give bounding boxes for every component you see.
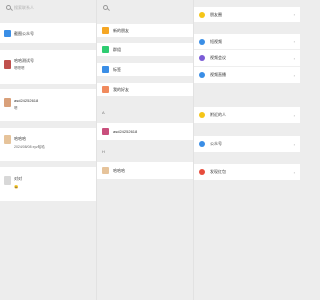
tags-icon (102, 66, 109, 73)
chat-preview: 嗯嗯嗯 (14, 66, 25, 70)
official-accounts-label: 公众号 (210, 141, 222, 146)
chevron-right-icon: › (293, 169, 295, 175)
group-header-h: H (102, 149, 105, 154)
tags-item[interactable]: 标签 (97, 63, 193, 76)
new-friends-item[interactable]: 新的朋友 (97, 24, 193, 37)
red-packet-label: 发现红包 (210, 169, 226, 174)
moments-item[interactable]: 朋友圈 › (194, 7, 300, 22)
short-video-label: 短视频 (210, 38, 222, 44)
official-accounts-icon (199, 141, 205, 147)
avatar (102, 128, 109, 135)
red-packet-icon (199, 169, 205, 175)
video-meeting-item[interactable]: 视频会议 › (194, 50, 300, 66)
tags-label: 标签 (113, 66, 121, 72)
chevron-right-icon: › (293, 55, 295, 61)
new-friends-icon (102, 27, 109, 34)
chevron-right-icon: › (293, 72, 295, 78)
my-friends-icon (102, 86, 109, 93)
nearby-icon (199, 112, 205, 118)
avatar (4, 60, 11, 69)
chat-title: 哈哈测试号 (14, 58, 34, 63)
live-stream-icon (199, 72, 205, 78)
moments-icon (199, 11, 205, 18)
avatar (4, 98, 11, 107)
avatar (4, 176, 11, 185)
discover-column: 朋友圈 › 短视频 › 视频会议 › 视频直播 › 附近的人 › 公众号 › 发… (194, 0, 300, 300)
search-icon (103, 5, 108, 10)
chat-item-test[interactable]: 哈哈测试号 嗯嗯嗯 (0, 50, 96, 84)
chevron-right-icon: › (293, 141, 295, 147)
chat-item-hahaha[interactable]: 哈哈哈 2024/08/08 xyz哈哈 (0, 128, 96, 161)
group-header-a: A (102, 110, 105, 115)
chat-title: 截图公众号 (14, 31, 34, 36)
chat-item-duidui[interactable]: 对对 😀 (0, 167, 96, 201)
avatar (102, 167, 109, 174)
new-friends-label: 新的朋友 (113, 27, 129, 33)
chevron-right-icon: › (293, 39, 295, 44)
contacts-column: 新的朋友 群组 标签 我的好友 A asd24252618 H 哈哈哈 (97, 0, 194, 300)
short-video-icon (199, 38, 205, 45)
nearby-label: 附近的人 (210, 112, 226, 117)
groups-item[interactable]: 群组 (97, 43, 193, 56)
contact-name: 哈哈哈 (113, 167, 125, 173)
chat-title: 哈哈哈 (14, 136, 26, 141)
contact-asd[interactable]: asd24252618 (97, 123, 193, 140)
avatar (4, 135, 11, 144)
my-friends-item[interactable]: 我的好友 (97, 83, 193, 96)
live-stream-item[interactable]: 视频直播 › (194, 67, 300, 83)
short-video-item[interactable]: 短视频 › (194, 34, 300, 49)
nearby-item[interactable]: 附近的人 › (194, 107, 300, 123)
groups-label: 群组 (113, 46, 121, 52)
contact-hahaha[interactable]: 哈哈哈 (97, 162, 193, 179)
live-stream-label: 视频直播 (210, 72, 226, 77)
video-meeting-icon (199, 55, 205, 61)
search-bar[interactable]: 搜索联系人 (0, 0, 96, 15)
chat-preview: 2024/08/08 xyz哈哈 (14, 145, 45, 149)
official-account-icon (4, 30, 11, 37)
chat-item-official[interactable]: 截图公众号 (0, 23, 96, 43)
chat-preview: 嗯 (14, 106, 18, 110)
contact-name: asd24252618 (113, 129, 138, 134)
chevron-right-icon: › (293, 12, 295, 17)
search-bar[interactable] (97, 0, 193, 15)
video-meeting-label: 视频会议 (210, 55, 226, 60)
red-packet-item[interactable]: 发现红包 › (194, 164, 300, 180)
moments-label: 朋友圈 (210, 11, 222, 17)
search-placeholder: 搜索联系人 (14, 4, 34, 10)
chat-preview: 😀 (14, 185, 19, 189)
chat-title: asd24252618 (14, 98, 39, 103)
groups-icon (102, 46, 109, 53)
chat-item-asd[interactable]: asd24252618 嗯 (0, 89, 96, 121)
official-accounts-item[interactable]: 公众号 › (194, 136, 300, 152)
chat-title: 对对 (14, 176, 22, 181)
my-friends-label: 我的好友 (113, 86, 129, 92)
chat-list-column: 搜索联系人 截图公众号 哈哈测试号 嗯嗯嗯 asd24252618 嗯 哈哈哈 … (0, 0, 97, 300)
chevron-right-icon: › (293, 112, 295, 118)
search-icon (6, 5, 11, 10)
